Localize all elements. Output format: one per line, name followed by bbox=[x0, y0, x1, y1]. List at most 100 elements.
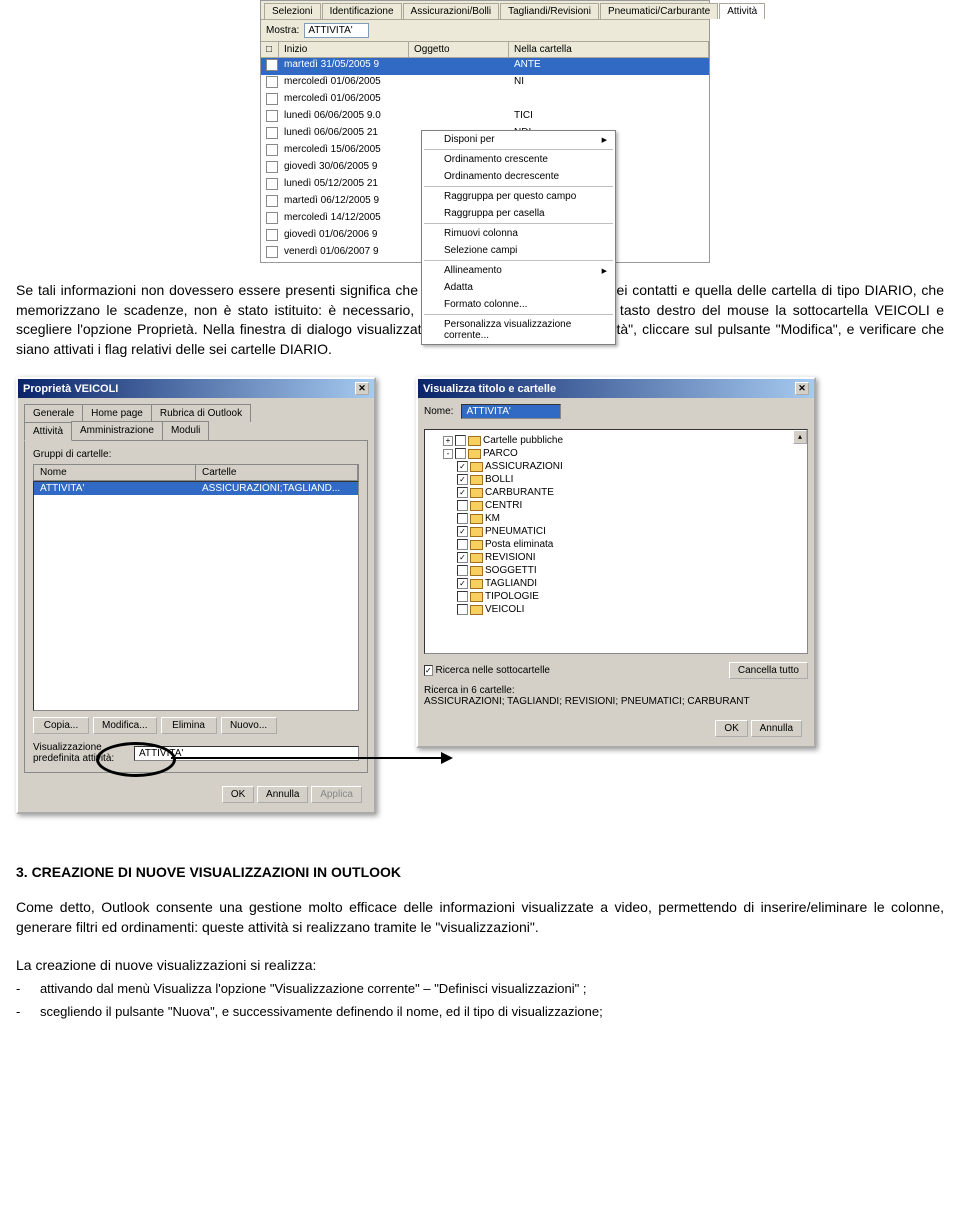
tab-generale[interactable]: Generale bbox=[24, 404, 83, 422]
checkbox-icon[interactable] bbox=[457, 474, 468, 485]
applica-button: Applica bbox=[311, 786, 362, 803]
ok-button[interactable]: OK bbox=[222, 786, 254, 803]
cartelle-list[interactable]: ATTIVITA' ASSICURAZIONI;TAGLIAND... bbox=[33, 481, 359, 711]
tab-homepage[interactable]: Home page bbox=[82, 404, 152, 422]
checkbox-icon[interactable] bbox=[457, 578, 468, 589]
document-icon bbox=[266, 161, 278, 173]
veicoli-properties-dialog: Proprietà VEICOLI ✕ GeneraleHome pageRub… bbox=[16, 377, 376, 814]
menu-item[interactable]: Adatta bbox=[422, 279, 615, 296]
ok-button[interactable]: OK bbox=[715, 720, 747, 737]
checkbox-icon[interactable] bbox=[457, 500, 468, 511]
document-icon bbox=[266, 246, 278, 258]
folder-icon bbox=[470, 540, 483, 550]
nome-field[interactable] bbox=[461, 404, 561, 419]
table-row[interactable]: mercoledì 01/06/2005NI bbox=[261, 75, 709, 92]
cancella-tutto-button[interactable]: Cancella tutto bbox=[729, 662, 808, 679]
ricerca-folders-text: ASSICURAZIONI; TAGLIANDI; REVISIONI; PNE… bbox=[424, 696, 808, 707]
tab-assicurazionibolli[interactable]: Assicurazioni/Bolli bbox=[403, 3, 500, 19]
table-row[interactable]: lunedì 06/06/2005 9.0TICI bbox=[261, 109, 709, 126]
modifica-button[interactable]: Modifica... bbox=[93, 717, 157, 734]
menu-item[interactable]: Allineamento bbox=[422, 262, 615, 279]
checkbox-icon[interactable] bbox=[457, 513, 468, 524]
checkbox-icon[interactable] bbox=[457, 604, 468, 615]
col-inizio[interactable]: Inizio bbox=[279, 42, 409, 57]
checkbox-icon[interactable] bbox=[457, 526, 468, 537]
column-context-menu[interactable]: Disponi per Ordinamento crescenteOrdiname… bbox=[421, 130, 616, 345]
menu-item[interactable]: Raggruppa per questo campo bbox=[422, 188, 615, 205]
tab-tagliandirevisioni[interactable]: Tagliandi/Revisioni bbox=[500, 3, 599, 19]
tree-item[interactable]: CENTRI bbox=[457, 499, 803, 512]
checkbox-icon[interactable] bbox=[457, 552, 468, 563]
tree-item[interactable]: SOGGETTI bbox=[457, 564, 803, 577]
tab-selezioni[interactable]: Selezioni bbox=[264, 3, 321, 19]
paragraph-2: Come detto, Outlook consente una gestion… bbox=[16, 898, 944, 937]
col-nome-header[interactable]: Nome bbox=[34, 465, 196, 480]
col-oggetto[interactable]: Oggetto bbox=[409, 42, 509, 57]
tree-item[interactable]: TAGLIANDI bbox=[457, 577, 803, 590]
document-icon bbox=[266, 212, 278, 224]
checkbox-icon[interactable] bbox=[457, 565, 468, 576]
dialog-title: Proprietà VEICOLI bbox=[23, 383, 118, 395]
mostra-label: Mostra: bbox=[266, 25, 299, 36]
col-icon[interactable]: □ bbox=[261, 42, 279, 57]
tree-item[interactable]: - PARCO bbox=[443, 447, 803, 460]
folder-icon bbox=[470, 475, 483, 485]
tab-attivit[interactable]: Attività bbox=[719, 3, 765, 19]
tab-attivit[interactable]: Attività bbox=[24, 422, 72, 441]
tree-item[interactable]: + Cartelle pubbliche bbox=[443, 434, 803, 447]
ricerca-sottocartelle-checkbox[interactable]: Ricerca nelle sottocartelle bbox=[424, 665, 550, 676]
checkbox-icon[interactable] bbox=[457, 539, 468, 550]
document-icon bbox=[266, 59, 278, 71]
menu-item[interactable]: Personalizza visualizzazione corrente... bbox=[422, 316, 615, 344]
tree-item[interactable]: Posta eliminata bbox=[457, 538, 803, 551]
col-cartelle-header[interactable]: Cartelle bbox=[196, 465, 358, 480]
checkbox-icon[interactable] bbox=[457, 591, 468, 602]
menu-item[interactable]: Ordinamento decrescente bbox=[422, 168, 615, 185]
checkbox-icon[interactable] bbox=[457, 461, 468, 472]
elimina-button[interactable]: Elimina bbox=[161, 717, 217, 734]
col-cartella[interactable]: Nella cartella bbox=[509, 42, 709, 57]
table-row[interactable]: mercoledì 01/06/2005 bbox=[261, 92, 709, 109]
annulla-button[interactable]: Annulla bbox=[751, 720, 802, 737]
ricerca-label: Ricerca in 6 cartelle: bbox=[424, 685, 808, 696]
scroll-up-icon[interactable]: ▴ bbox=[793, 430, 807, 444]
menu-item[interactable]: Raggruppa per casella bbox=[422, 205, 615, 222]
menu-item[interactable]: Disponi per bbox=[422, 131, 615, 148]
nome-label: Nome: bbox=[424, 406, 453, 417]
tree-item[interactable]: KM bbox=[457, 512, 803, 525]
folders-tree[interactable]: ▴ + Cartelle pubbliche- PARCO ASSICURAZI… bbox=[424, 429, 808, 654]
table-row[interactable]: martedì 31/05/2005 9ANTE bbox=[261, 58, 709, 75]
outlook-activity-panel: SelezioniIdentificazioneAssicurazioni/Bo… bbox=[260, 0, 710, 263]
annulla-button[interactable]: Annulla bbox=[257, 786, 308, 803]
menu-item[interactable]: Formato colonne... bbox=[422, 296, 615, 313]
nuovo-button[interactable]: Nuovo... bbox=[221, 717, 277, 734]
tree-item[interactable]: PNEUMATICI bbox=[457, 525, 803, 538]
folder-icon bbox=[470, 488, 483, 498]
tab-moduli[interactable]: Moduli bbox=[162, 421, 209, 440]
tree-item[interactable]: CARBURANTE bbox=[457, 486, 803, 499]
panel-tabs: SelezioniIdentificazioneAssicurazioni/Bo… bbox=[261, 1, 709, 20]
dialog-title: Visualizza titolo e cartelle bbox=[423, 383, 556, 395]
tab-pneumaticicarburante[interactable]: Pneumatici/Carburante bbox=[600, 3, 718, 19]
copia-button[interactable]: Copia... bbox=[33, 717, 89, 734]
tree-item[interactable]: BOLLI bbox=[457, 473, 803, 486]
tab-identificazione[interactable]: Identificazione bbox=[322, 3, 402, 19]
tree-item[interactable]: ASSICURAZIONI bbox=[457, 460, 803, 473]
tab-amministrazione[interactable]: Amministrazione bbox=[71, 421, 163, 440]
tree-item[interactable]: VEICOLI bbox=[457, 603, 803, 616]
folder-icon bbox=[470, 605, 483, 615]
menu-item[interactable]: Rimuovi colonna bbox=[422, 225, 615, 242]
close-icon[interactable]: ✕ bbox=[355, 382, 369, 395]
tab-rubricadioutlook[interactable]: Rubrica di Outlook bbox=[151, 404, 251, 422]
close-icon[interactable]: ✕ bbox=[795, 382, 809, 395]
menu-item[interactable]: Selezione campi bbox=[422, 242, 615, 259]
checkbox-icon[interactable] bbox=[455, 435, 466, 446]
checkbox-icon[interactable] bbox=[455, 448, 466, 459]
tree-item[interactable]: REVISIONI bbox=[457, 551, 803, 564]
menu-item[interactable]: Ordinamento crescente bbox=[422, 151, 615, 168]
paragraph-3: La creazione di nuove visualizzazioni si… bbox=[16, 956, 944, 976]
tree-item[interactable]: TIPOLOGIE bbox=[457, 590, 803, 603]
list-item[interactable]: ATTIVITA' ASSICURAZIONI;TAGLIAND... bbox=[34, 482, 358, 495]
checkbox-icon[interactable] bbox=[457, 487, 468, 498]
mostra-select[interactable]: ATTIVITA' bbox=[304, 23, 368, 38]
